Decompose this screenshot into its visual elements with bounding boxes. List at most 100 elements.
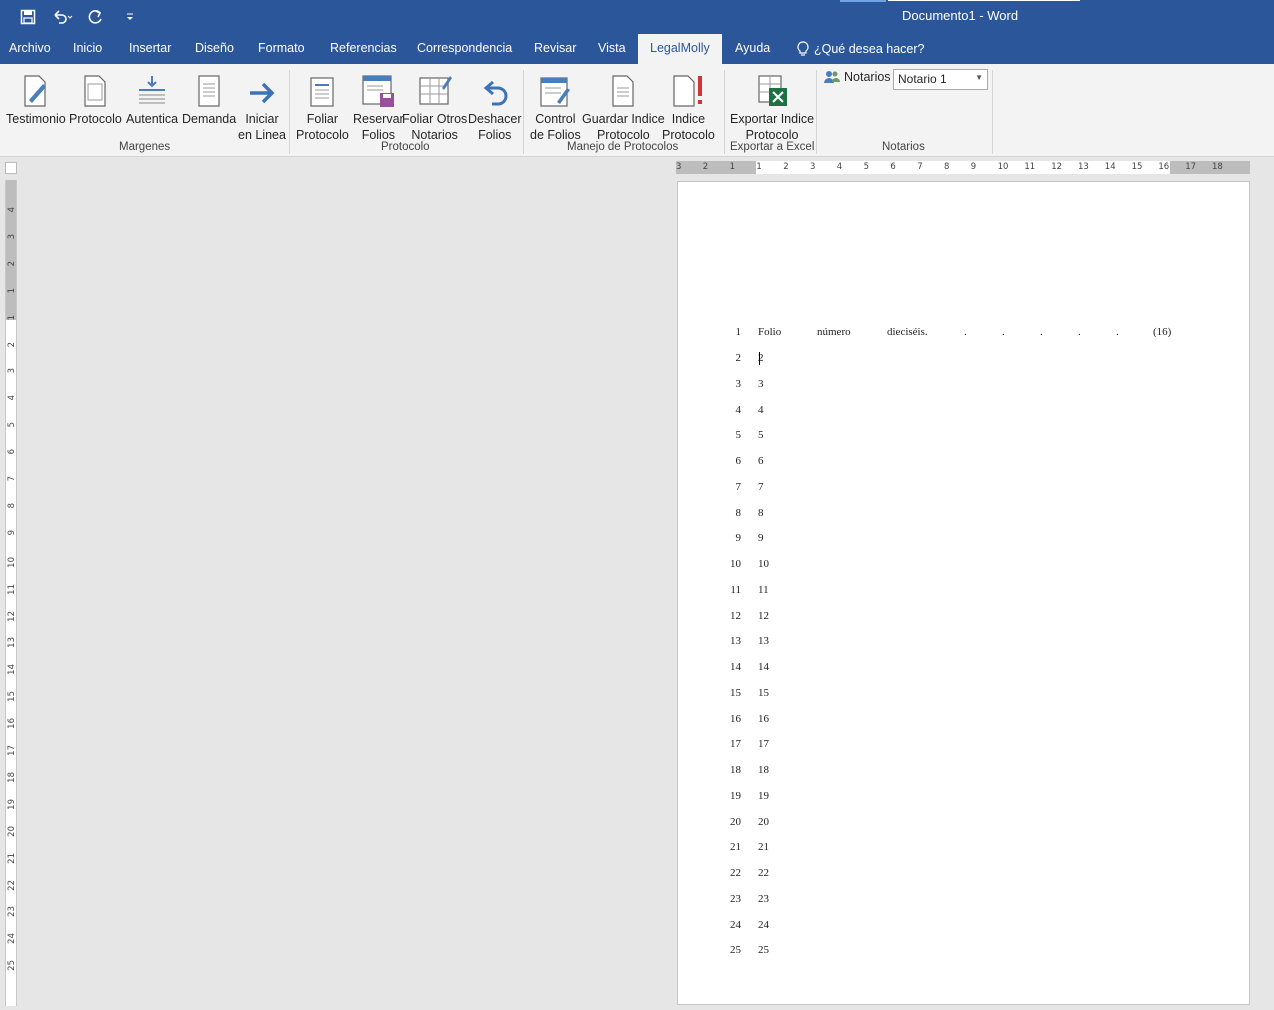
ruler-mark: 17 — [1185, 162, 1197, 172]
line-number: 17 — [730, 738, 741, 751]
line-number: 18 — [730, 764, 741, 776]
tab-insertar[interactable]: Insertar — [129, 34, 171, 64]
arrow-right-icon — [249, 82, 275, 104]
index-document-icon — [612, 75, 634, 107]
line-number: 12 — [730, 609, 741, 622]
document-line: 11 11 — [678, 584, 1251, 602]
document-line: 22 22 — [678, 867, 1251, 885]
ruler-mark: 9 — [7, 529, 17, 536]
ruler-mark: 1 — [729, 162, 736, 172]
ruler-mark: 1 — [7, 314, 17, 321]
iniciar-en-linea-button[interactable]: Iniciar en Linea — [238, 68, 286, 143]
line-number: 8 — [735, 506, 742, 519]
document-page[interactable]: 1 Folio número dieciséis. . . . . . (16)… — [677, 181, 1250, 1005]
notarios-label: Notarios — [824, 70, 891, 84]
demanda-button[interactable]: Demanda — [182, 68, 236, 127]
document-line: 19 19 — [678, 790, 1251, 808]
page-lines-icon — [198, 75, 220, 107]
notarios-dropdown[interactable]: Notario 1 ▼ — [893, 69, 988, 90]
group-separator — [992, 70, 993, 154]
tell-me-box[interactable]: ¿Qué desea hacer? — [796, 34, 925, 64]
save-icon[interactable] — [16, 6, 40, 28]
ruler-mark: 4 — [7, 207, 17, 213]
document-line: 18 18 — [678, 764, 1251, 782]
protocolo-button[interactable]: Protocolo — [69, 68, 122, 127]
indice-protocolo-button[interactable]: Indice Protocolo — [662, 68, 715, 143]
control-folios-icon — [540, 77, 571, 107]
line-number: 13 — [730, 635, 741, 648]
foliar-icon — [310, 77, 335, 107]
foliar-protocolo-button[interactable]: Foliar Protocolo — [296, 68, 349, 143]
tab-archivo[interactable]: Archivo — [9, 34, 51, 64]
line-text: 11 — [758, 583, 769, 596]
document-line: 20 20 — [678, 816, 1251, 834]
tab-referencias[interactable]: Referencias — [330, 34, 397, 64]
line-number: 25 — [730, 944, 741, 957]
ruler-mark: 5 — [7, 422, 17, 428]
line-number: 14 — [730, 661, 741, 673]
line-text: 21 — [758, 841, 769, 854]
redo-icon[interactable] — [84, 6, 108, 28]
exportar-indice-protocolo-button[interactable]: Exportar Indice Protocolo — [730, 68, 814, 143]
line-text: 8 — [758, 506, 764, 519]
deshacer-folios-button[interactable]: Deshacer Folios — [468, 68, 522, 143]
ruler-mark: 25 — [7, 960, 17, 972]
ruler-mark: 3 — [7, 368, 17, 374]
ruler-mark: 2 — [702, 162, 709, 172]
vertical-ruler[interactable]: 4 3 2 1 1 2 3 4 5 6 7 8 9 10 11 12 13 14 15 16 17 18 19 20 21 22 2… — [5, 180, 17, 1006]
line-text: 10 — [758, 558, 769, 570]
line-text: 5 — [758, 429, 764, 442]
document-pen-icon — [24, 75, 46, 107]
ruler-mark: 2 — [783, 162, 789, 172]
document-line: 15 15 — [678, 687, 1251, 705]
word: . — [1116, 326, 1119, 338]
line-text: 15 — [758, 686, 769, 699]
group-separator — [816, 70, 817, 154]
customize-qat-icon[interactable] — [118, 6, 142, 28]
line-text: 18 — [758, 764, 769, 776]
tab-legalmolly[interactable]: LegalMolly — [638, 34, 722, 64]
document-icon — [84, 75, 107, 107]
line-number: 9 — [735, 532, 742, 545]
autentica-button[interactable]: Autentica — [126, 68, 178, 127]
ruler-mark: 10 — [997, 162, 1009, 172]
tab-selector[interactable] — [5, 162, 17, 174]
tab-correspondencia[interactable]: Correspondencia — [417, 34, 512, 64]
guardar-indice-protocolo-button[interactable]: Guardar Indice Protocolo — [582, 68, 665, 143]
line-number: 7 — [735, 480, 742, 493]
document-line: 1 Folio número dieciséis. . . . . . (16) — [678, 326, 1251, 344]
ruler-mark: 12 — [7, 610, 17, 622]
ruler-mark: 8 — [7, 502, 17, 509]
ruler-mark: 16 — [1158, 162, 1170, 172]
ruler-mark: 2 — [7, 260, 17, 267]
ruler-mark: 18 — [7, 771, 17, 783]
ruler-mark: 17 — [7, 745, 17, 756]
document-line: 55 — [678, 429, 1251, 447]
reservar-folios-button[interactable]: Reservar Folios — [353, 68, 404, 143]
ruler-mark: 22 — [7, 879, 17, 891]
title-bar: Documento1 - Word — [0, 0, 1274, 34]
tab-ayuda[interactable]: Ayuda — [735, 34, 770, 64]
group-label-notarios: Notarios — [882, 141, 925, 153]
horizontal-ruler[interactable]: 3 2 1 1 2 3 4 5 6 7 8 9 10 11 12 13 14 15 16 17 18 — [676, 161, 1250, 174]
testimonio-button[interactable]: Testimonio — [6, 68, 66, 127]
line-number: 16 — [730, 712, 741, 725]
word: . — [964, 326, 967, 338]
word: dieciséis. — [887, 326, 928, 338]
document-line: 21 21 — [678, 841, 1251, 859]
tab-formato[interactable]: Formato — [258, 34, 305, 64]
line-number: 5 — [735, 429, 742, 442]
line-text: 7 — [758, 480, 764, 493]
control-de-folios-button[interactable]: Control de Folios — [530, 68, 581, 143]
tab-vista[interactable]: Vista — [598, 34, 626, 64]
foliar-otros-notarios-button[interactable]: Foliar Otros Notarios — [402, 68, 467, 143]
ribbon-tabs: Archivo Inicio Insertar Diseño Formato R… — [0, 34, 1274, 64]
undo-icon[interactable] — [50, 6, 74, 28]
line-text: 20 — [758, 815, 769, 828]
document-line: 16 16 — [678, 713, 1251, 731]
line-text: 24 — [758, 918, 769, 931]
tab-inicio[interactable]: Inicio — [73, 34, 102, 64]
tab-revisar[interactable]: Revisar — [534, 34, 576, 64]
users-icon — [824, 71, 840, 83]
tab-diseno[interactable]: Diseño — [195, 34, 234, 64]
